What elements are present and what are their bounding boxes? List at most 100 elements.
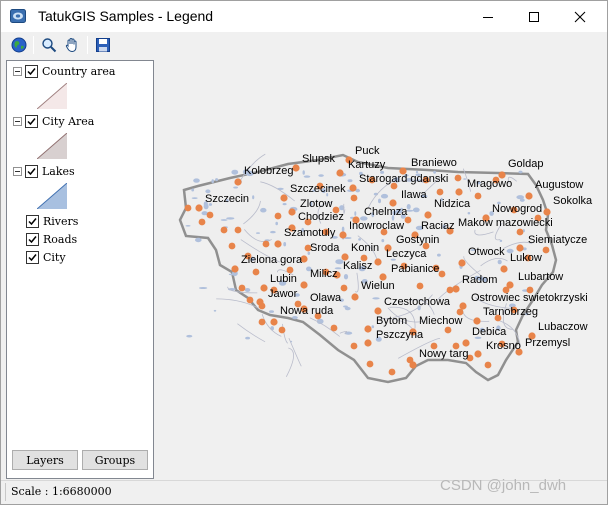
layer-checkbox[interactable] — [26, 214, 39, 228]
close-button[interactable] — [557, 1, 603, 32]
city-dot[interactable] — [262, 240, 270, 248]
map-canvas[interactable]: Puck Braniewo Goldap Slupsk Kartuzy Kolobrzeg… — [158, 60, 607, 479]
layer-checkbox[interactable] — [25, 164, 38, 178]
city-dot[interactable] — [455, 188, 463, 196]
legend-layer-rivers[interactable]: Rivers — [26, 213, 78, 229]
city-dot[interactable] — [351, 293, 359, 301]
tab-layers[interactable]: Layers — [12, 450, 78, 470]
city-dot[interactable] — [500, 265, 508, 273]
city-dot[interactable] — [484, 361, 492, 369]
zoom-button[interactable] — [39, 35, 59, 55]
city-dot[interactable] — [454, 174, 462, 182]
lake-shape — [354, 211, 357, 216]
layer-checkbox[interactable] — [26, 232, 39, 246]
city-dot[interactable] — [274, 212, 282, 220]
city-dot[interactable] — [424, 211, 432, 219]
city-dot[interactable] — [330, 324, 338, 332]
lake-shape — [252, 195, 255, 200]
city-dot[interactable] — [436, 188, 444, 196]
city-dot[interactable] — [542, 246, 550, 254]
pan-button[interactable] — [62, 35, 82, 55]
city-dot[interactable] — [274, 240, 282, 248]
city-dot[interactable] — [258, 318, 266, 326]
city-dot[interactable] — [364, 339, 372, 347]
city-label: Slupsk — [302, 153, 336, 165]
lake-shape — [516, 195, 524, 200]
lake-shape — [347, 179, 353, 183]
city-dot[interactable] — [543, 208, 551, 216]
city-dot[interactable] — [474, 192, 482, 200]
collapse-icon[interactable] — [13, 166, 22, 176]
city-dot[interactable] — [349, 184, 357, 192]
layer-checkbox[interactable] — [25, 114, 38, 128]
city-label: Lubin — [270, 273, 297, 285]
city-dot[interactable] — [473, 317, 481, 325]
city-dot[interactable] — [270, 318, 278, 326]
legend-layer-roads[interactable]: Roads — [26, 231, 77, 247]
tab-groups[interactable]: Groups — [82, 450, 148, 470]
minimize-button[interactable] — [465, 1, 511, 32]
maximize-button[interactable] — [511, 1, 557, 32]
city-dot[interactable] — [388, 368, 396, 376]
city-dot[interactable] — [234, 178, 242, 186]
save-button[interactable] — [93, 35, 113, 55]
city-dot[interactable] — [516, 244, 524, 252]
city-dot[interactable] — [350, 194, 358, 202]
city-dot[interactable] — [238, 284, 246, 292]
city-dot[interactable] — [258, 302, 266, 310]
city-dot[interactable] — [438, 270, 446, 278]
city-dot[interactable] — [364, 325, 372, 333]
lake-shape — [283, 242, 287, 247]
city-dot[interactable] — [278, 326, 286, 334]
city-dot[interactable] — [459, 302, 467, 310]
lake-shape — [378, 198, 381, 204]
city-dot[interactable] — [252, 268, 260, 276]
city-dot[interactable] — [458, 259, 466, 267]
city-dot[interactable] — [198, 218, 206, 226]
city-dot[interactable] — [525, 192, 533, 200]
city-dot[interactable] — [516, 228, 524, 236]
city-dot[interactable] — [231, 265, 239, 273]
layer-checkbox[interactable] — [26, 250, 39, 264]
city-label: Mragowo — [467, 178, 512, 190]
city-dot[interactable] — [260, 284, 268, 292]
city-dot[interactable] — [220, 226, 228, 234]
city-dot[interactable] — [446, 286, 454, 294]
city-dot[interactable] — [300, 281, 308, 289]
legend-layer-city-area[interactable]: City Area — [13, 113, 94, 129]
full-extent-button[interactable] — [9, 35, 29, 55]
layer-label: Roads — [43, 232, 78, 246]
layer-checkbox[interactable] — [25, 64, 38, 78]
city-dot[interactable] — [228, 242, 236, 250]
app-window: TatukGIS Samples - Legend Country area C… — [0, 0, 608, 505]
city-dot[interactable] — [474, 350, 482, 358]
legend-layer-lakes[interactable]: Lakes — [13, 163, 75, 179]
city-dot[interactable] — [374, 258, 382, 266]
city-dot[interactable] — [462, 339, 470, 347]
city-dot[interactable] — [406, 356, 414, 364]
city-dot[interactable] — [374, 307, 382, 315]
city-dot[interactable] — [246, 296, 254, 304]
city-dot[interactable] — [340, 284, 348, 292]
city-dot[interactable] — [416, 282, 424, 290]
city-dot[interactable] — [452, 285, 460, 293]
legend-layer-city[interactable]: City — [26, 249, 66, 265]
map-viewer[interactable]: Puck Braniewo Goldap Slupsk Kartuzy Kolobrzeg… — [158, 60, 607, 479]
city-label: Wielun — [361, 280, 395, 292]
city-dot[interactable] — [444, 326, 452, 334]
city-dot[interactable] — [339, 231, 347, 239]
city-label: Kolobrzeg — [244, 165, 294, 177]
city-dot[interactable] — [184, 204, 192, 212]
city-dot[interactable] — [234, 226, 242, 234]
collapse-icon[interactable] — [13, 116, 22, 126]
collapse-icon[interactable] — [13, 66, 22, 76]
city-dot[interactable] — [288, 208, 296, 216]
legend-layer-country-area[interactable]: Country area — [13, 63, 115, 79]
city-dot[interactable] — [206, 211, 214, 219]
watermark: CSDN @john_dwh — [440, 477, 567, 494]
city-dot[interactable] — [366, 360, 374, 368]
city-dot[interactable] — [350, 342, 358, 350]
city-dot[interactable] — [195, 204, 203, 212]
city-dot[interactable] — [336, 169, 344, 177]
city-dot[interactable] — [280, 194, 288, 202]
